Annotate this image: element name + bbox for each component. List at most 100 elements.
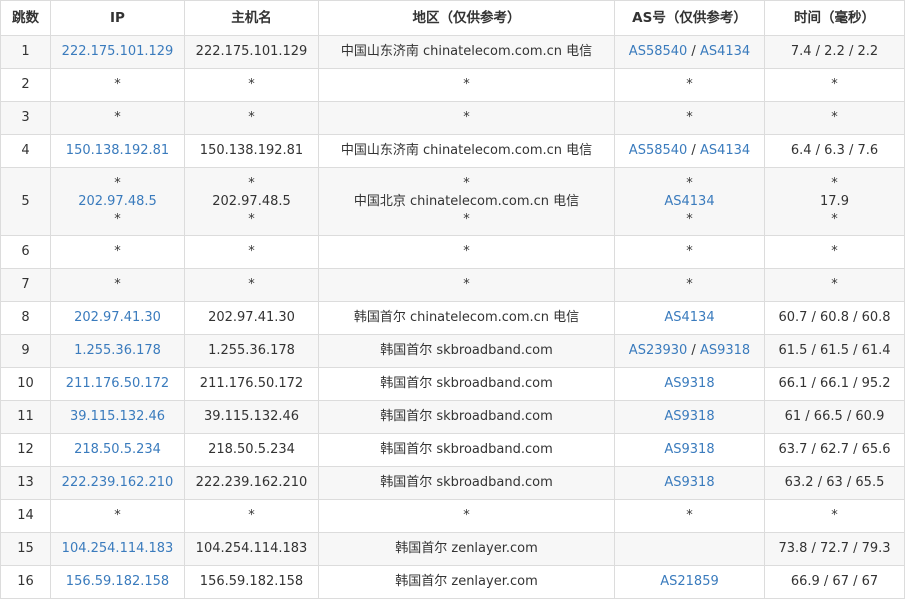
region-cell: 韩国首尔 zenlayer.com — [318, 532, 615, 566]
ip-link[interactable]: 222.175.101.129 — [53, 43, 182, 61]
hostname-text: * — [248, 244, 255, 259]
as-cell: AS21859 — [614, 565, 765, 599]
ip-link[interactable]: 156.59.182.158 — [53, 573, 182, 591]
table-row: 12 218.50.5.234 218.50.5.234 韩国首尔 skbroadba… — [0, 433, 905, 467]
ip-placeholder: * — [114, 508, 121, 523]
hostname-text: * — [248, 77, 255, 92]
region-cell: 中国山东济南 chinatelecom.com.cn 电信 — [318, 134, 615, 168]
time-cell: * — [764, 499, 905, 533]
as-placeholder: * — [686, 211, 693, 227]
region-cell: 韩国首尔 skbroadband.com — [318, 433, 615, 467]
as-link[interactable]: AS9318 — [664, 376, 714, 391]
as-separator: / — [687, 143, 700, 158]
time-text: * — [831, 211, 838, 227]
ip-cell: 104.254.114.183 — [50, 532, 185, 566]
hostname-text: 218.50.5.234 — [208, 442, 295, 457]
ip-cell: 1.255.36.178 — [50, 334, 185, 368]
time-text: 63.7 / 62.7 / 65.6 — [778, 442, 891, 457]
table-row: 10 211.176.50.172 211.176.50.172 韩国首尔 skbro… — [0, 367, 905, 401]
as-placeholder: * — [686, 77, 693, 92]
header-region: 地区（仅供参考） — [318, 0, 615, 36]
ip-link[interactable]: 211.176.50.172 — [53, 375, 182, 393]
as-link[interactable]: AS9318 — [664, 409, 714, 424]
ip-link[interactable]: 104.254.114.183 — [53, 540, 182, 558]
ip-placeholder: * — [114, 277, 121, 292]
as-link[interactable]: AS9318 — [664, 475, 714, 490]
time-cell: 6.4 / 6.3 / 7.6 — [764, 134, 905, 168]
hostname-cell: 150.138.192.81 — [184, 134, 319, 168]
region-cell: * — [318, 235, 615, 269]
as-separator: / — [687, 343, 700, 358]
table-row: 11 39.115.132.46 39.115.132.46 韩国首尔 skbroad… — [0, 400, 905, 434]
as-line: AS9318 — [617, 375, 762, 393]
as-link[interactable]: AS23930 — [629, 343, 688, 358]
hostname-cell: * 202.97.48.5 * — [184, 167, 319, 236]
hostname-cell: 156.59.182.158 — [184, 565, 319, 599]
as-line — [617, 540, 762, 558]
ip-link[interactable]: 39.115.132.46 — [53, 408, 182, 426]
time-cell: 61 / 66.5 / 60.9 — [764, 400, 905, 434]
ip-link[interactable]: 222.239.162.210 — [53, 474, 182, 492]
region-cell: * — [318, 68, 615, 102]
ip-cell: 222.175.101.129 — [50, 35, 185, 69]
region-text: * — [463, 508, 470, 523]
time-cell: * — [764, 235, 905, 269]
table-row: 8 202.97.41.30 202.97.41.30 韩国首尔 chinatelec… — [0, 301, 905, 335]
ip-link[interactable]: 1.255.36.178 — [53, 342, 182, 360]
table-row: 14 * * * * * — [0, 499, 905, 533]
hop-cell: 15 — [0, 532, 51, 566]
as-cell: AS9318 — [614, 433, 765, 467]
as-line: AS23930 / AS9318 — [617, 342, 762, 360]
ip-cell: * — [50, 235, 185, 269]
time-cell: * — [764, 268, 905, 302]
region-cell: 韩国首尔 skbroadband.com — [318, 400, 615, 434]
ip-link[interactable]: 218.50.5.234 — [53, 441, 182, 459]
hostname-text: 156.59.182.158 — [199, 574, 304, 589]
hop-cell: 10 — [0, 367, 51, 401]
as-link[interactable]: AS9318 — [700, 343, 750, 358]
region-text: * — [463, 110, 470, 125]
time-text: * — [831, 244, 838, 259]
ip-cell: * 202.97.48.5 * — [50, 167, 185, 236]
as-cell: AS58540 / AS4134 — [614, 35, 765, 69]
ip-cell: 150.138.192.81 — [50, 134, 185, 168]
ip-link[interactable]: 202.97.48.5 — [53, 193, 182, 211]
ip-cell: 211.176.50.172 — [50, 367, 185, 401]
as-line: * — [617, 76, 762, 94]
as-link[interactable]: AS58540 — [629, 143, 688, 158]
region-cell: * 中国北京 chinatelecom.com.cn 电信 * — [318, 167, 615, 236]
time-cell: 7.4 / 2.2 / 2.2 — [764, 35, 905, 69]
ip-link[interactable]: 150.138.192.81 — [53, 142, 182, 160]
as-link[interactable]: AS4134 — [700, 143, 750, 158]
region-text: 韩国首尔 skbroadband.com — [380, 442, 553, 457]
as-link[interactable]: AS4134 — [664, 310, 714, 325]
hop-cell: 12 — [0, 433, 51, 467]
as-link[interactable]: AS4134 — [664, 194, 714, 209]
as-link[interactable]: AS21859 — [660, 574, 719, 589]
hop-cell: 5 — [0, 167, 51, 236]
hostname-cell: 218.50.5.234 — [184, 433, 319, 467]
as-line: AS9318 — [617, 474, 762, 492]
time-cell: 63.7 / 62.7 / 65.6 — [764, 433, 905, 467]
time-text: 66.9 / 67 / 67 — [790, 574, 879, 589]
as-link[interactable]: AS4134 — [700, 44, 750, 59]
as-cell: AS9318 — [614, 400, 765, 434]
as-separator: / — [687, 44, 700, 59]
hostname-cell: 222.239.162.210 — [184, 466, 319, 500]
time-text: 6.4 / 6.3 / 7.6 — [790, 143, 879, 158]
region-text: 韩国首尔 zenlayer.com — [395, 574, 538, 589]
time-cell: 66.1 / 66.1 / 95.2 — [764, 367, 905, 401]
hostname-text: * — [248, 110, 255, 125]
ip-cell: 156.59.182.158 — [50, 565, 185, 599]
as-cell: * AS4134 * — [614, 167, 765, 236]
as-link[interactable]: AS58540 — [629, 44, 688, 59]
hop-cell: 7 — [0, 268, 51, 302]
ip-placeholder: * — [114, 244, 121, 259]
ip-cell: * — [50, 68, 185, 102]
as-line: AS4134 — [617, 309, 762, 327]
hop-cell: 1 — [0, 35, 51, 69]
ip-link[interactable]: 202.97.41.30 — [53, 309, 182, 327]
as-link[interactable]: AS9318 — [664, 442, 714, 457]
region-cell: 韩国首尔 skbroadband.com — [318, 334, 615, 368]
as-cell: * — [614, 235, 765, 269]
